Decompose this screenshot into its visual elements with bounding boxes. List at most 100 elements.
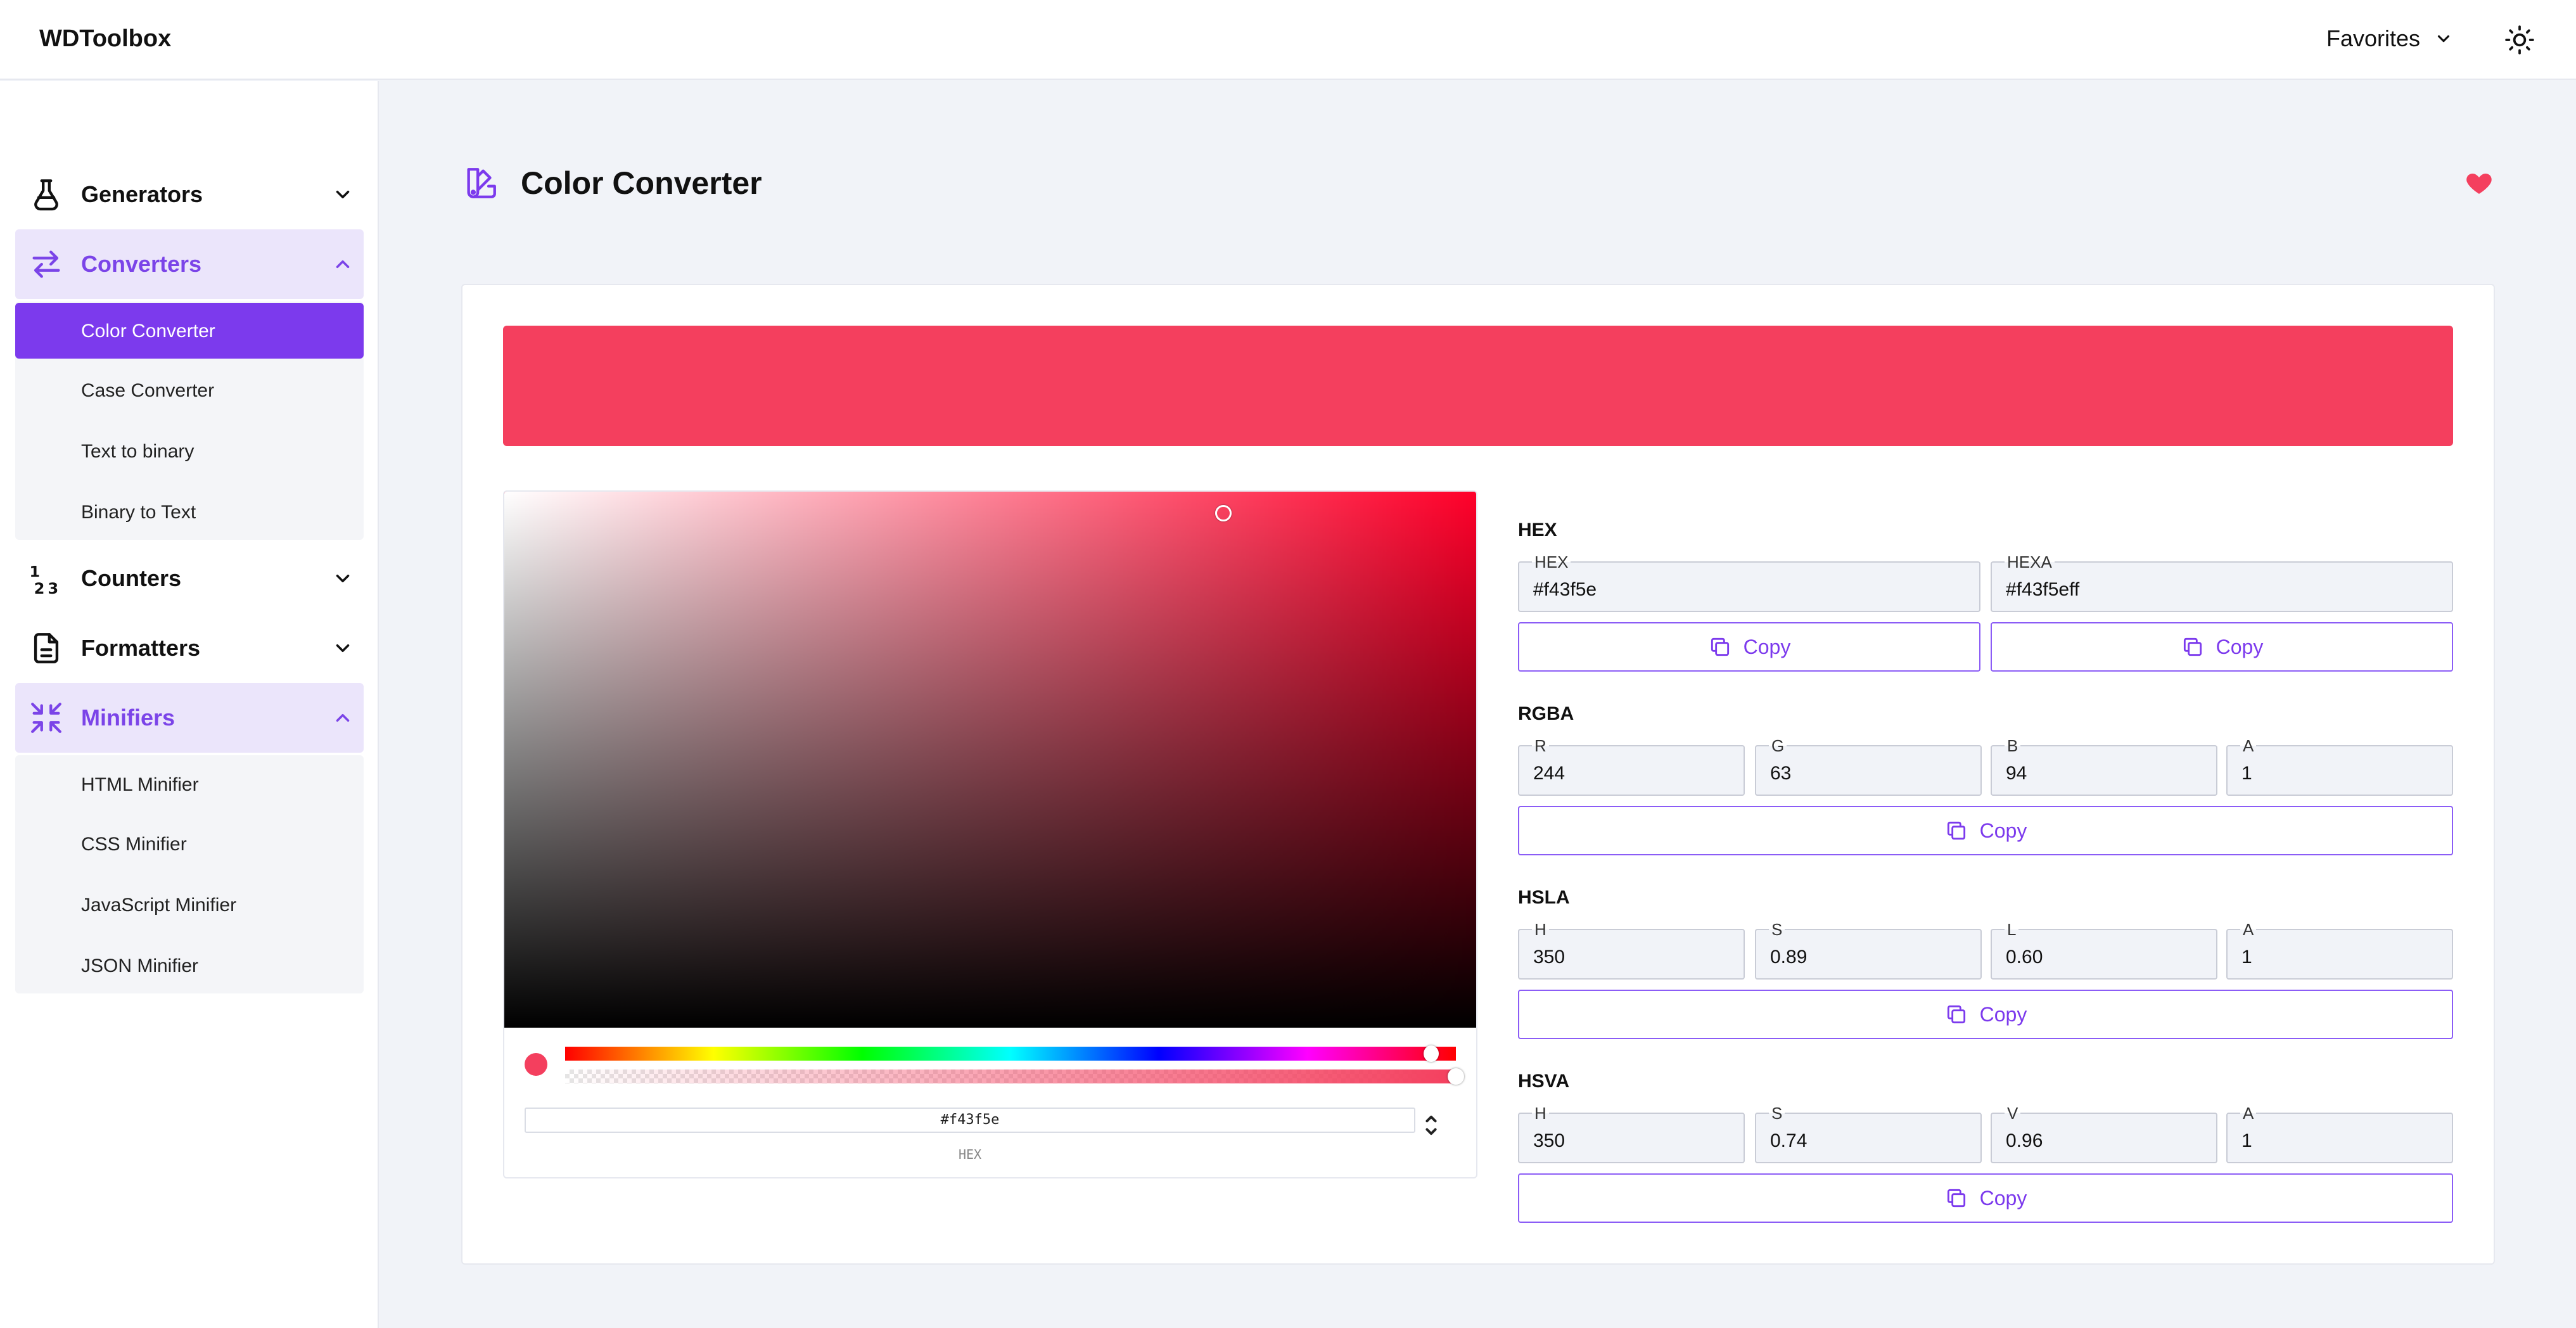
sidebar-item-binary-to-text[interactable]: Binary to Text [15,484,364,540]
sidebar-item-javascript-minifier[interactable]: JavaScript Minifier [15,877,364,933]
hex-input[interactable] [1533,579,1968,601]
sidebar-group-generators[interactable]: Generators [15,160,364,229]
v-input[interactable] [2006,1130,2205,1152]
b-label: B [2005,737,2021,754]
hex-field[interactable]: HEX [1518,554,1980,612]
heart-icon[interactable] [2463,167,2495,198]
hexa-input[interactable] [2006,579,2440,601]
l-input[interactable] [2006,947,2205,968]
favorites-menu[interactable]: Favorites [2326,25,2453,52]
chevron-down-icon [336,190,350,199]
hsva-s-field[interactable]: S [1755,1105,1982,1163]
saturation-value-handle[interactable] [1215,504,1232,521]
copy-icon [1947,1005,1965,1024]
document-icon [34,633,59,663]
h-label: H [1532,921,1549,938]
a-input[interactable] [2241,947,2440,968]
sidebar-item-css-minifier[interactable]: CSS Minifier [15,816,364,872]
picker-format-label: HEX [958,1147,982,1162]
sidebar-item-label: CSS Minifier [81,834,187,855]
a-input[interactable] [2241,1130,2440,1152]
alpha-slider-handle[interactable] [1448,1068,1464,1085]
sidebar-item-json-minifier[interactable]: JSON Minifier [15,938,364,993]
hsva-section-title: HSVA [1518,1071,1570,1092]
sidebar-item-label: Text to binary [81,441,194,462]
chevron-down-icon [2437,35,2450,42]
format-toggle-icon[interactable] [1422,1111,1441,1139]
arrows-swap-icon [32,250,60,278]
a-input[interactable] [2241,763,2440,784]
a-label: A [2240,921,2257,938]
sidebar-item-color-converter[interactable]: Color Converter [15,303,364,359]
page-title: Color Converter [521,165,762,201]
chevron-down-icon [336,644,350,653]
picker-hex-input[interactable]: #f43f5e [525,1108,1415,1133]
s-input[interactable] [1770,947,1969,968]
a-label: A [2240,1105,2257,1121]
svg-text:1: 1 [29,563,40,581]
hsla-s-field[interactable]: S [1755,921,1982,980]
app-brand[interactable]: WDToolbox [39,25,171,53]
s-input[interactable] [1770,1130,1969,1152]
copy-hsva-button[interactable]: Copy [1518,1173,2453,1223]
copy-label: Copy [1979,1002,2027,1026]
h-input[interactable] [1533,1130,1732,1152]
copy-rgba-button[interactable]: Copy [1518,806,2453,855]
copy-icon [1711,637,1729,656]
sidebar-item-label: Case Converter [81,380,215,401]
hex-section-title: HEX [1518,520,1557,540]
sidebar-item-case-converter[interactable]: Case Converter [15,362,364,418]
sun-icon[interactable] [2504,24,2535,56]
g-label: G [1769,737,1787,754]
hsla-l-field[interactable]: L [1991,921,2217,980]
saturation-value-area[interactable] [504,492,1476,1028]
hsla-a-field[interactable]: A [2226,921,2453,980]
sidebar-item-text-to-binary[interactable]: Text to binary [15,423,364,479]
v-label: V [2005,1105,2021,1121]
g-input[interactable] [1770,763,1969,784]
rgba-g-field[interactable]: G [1755,737,1982,796]
hsva-h-field[interactable]: H [1518,1105,1745,1163]
hsva-a-field[interactable]: A [2226,1105,2453,1163]
sidebar-item-html-minifier[interactable]: HTML Minifier [15,757,364,812]
hexa-field[interactable]: HEXA [1991,554,2453,612]
h-input[interactable] [1533,947,1732,968]
copy-hsla-button[interactable]: Copy [1518,990,2453,1039]
sidebar-item-label: JSON Minifier [81,955,199,976]
sidebar-group-formatters[interactable]: Formatters [15,613,364,683]
chevron-up-icon [336,260,350,269]
l-label: L [2005,921,2019,938]
rgba-r-field[interactable]: R [1518,737,1745,796]
sidebar-item-label: Binary to Text [81,502,196,523]
hsva-v-field[interactable]: V [1991,1105,2217,1163]
rgba-b-field[interactable]: B [1991,737,2217,796]
svg-text:2: 2 [34,580,45,597]
copy-hex-button[interactable]: Copy [1518,622,1980,672]
current-color-dot [525,1053,547,1076]
hsla-h-field[interactable]: H [1518,921,1745,980]
minimize-icon [31,703,61,733]
copy-icon [1947,1189,1965,1208]
hue-slider[interactable] [565,1045,1456,1062]
copy-icon [1947,821,1965,840]
chevron-down-icon [336,574,350,583]
r-input[interactable] [1533,763,1732,784]
sidebar-group-minifiers[interactable]: Minifiers [15,683,364,753]
copy-label: Copy [2216,635,2264,658]
sidebar-group-label: Formatters [81,635,201,661]
sidebar-group-counters[interactable]: 1 2 3 Counters [15,544,364,613]
favorites-label: Favorites [2326,25,2421,51]
sidebar-group-label: Generators [81,181,203,207]
sidebar-group-converters[interactable]: Converters [15,229,364,299]
rgba-a-field[interactable]: A [2226,737,2453,796]
alpha-slider[interactable] [565,1068,1464,1085]
a-label: A [2240,737,2257,754]
s-label: S [1769,1105,1785,1121]
sidebar-group-label: Converters [81,251,202,277]
copy-hexa-button[interactable]: Copy [1991,622,2453,672]
h-label: H [1532,1105,1549,1121]
b-input[interactable] [2006,763,2205,784]
hue-slider-handle[interactable] [1423,1045,1439,1062]
copy-label: Copy [1743,635,1791,658]
copy-label: Copy [1979,1186,2027,1210]
